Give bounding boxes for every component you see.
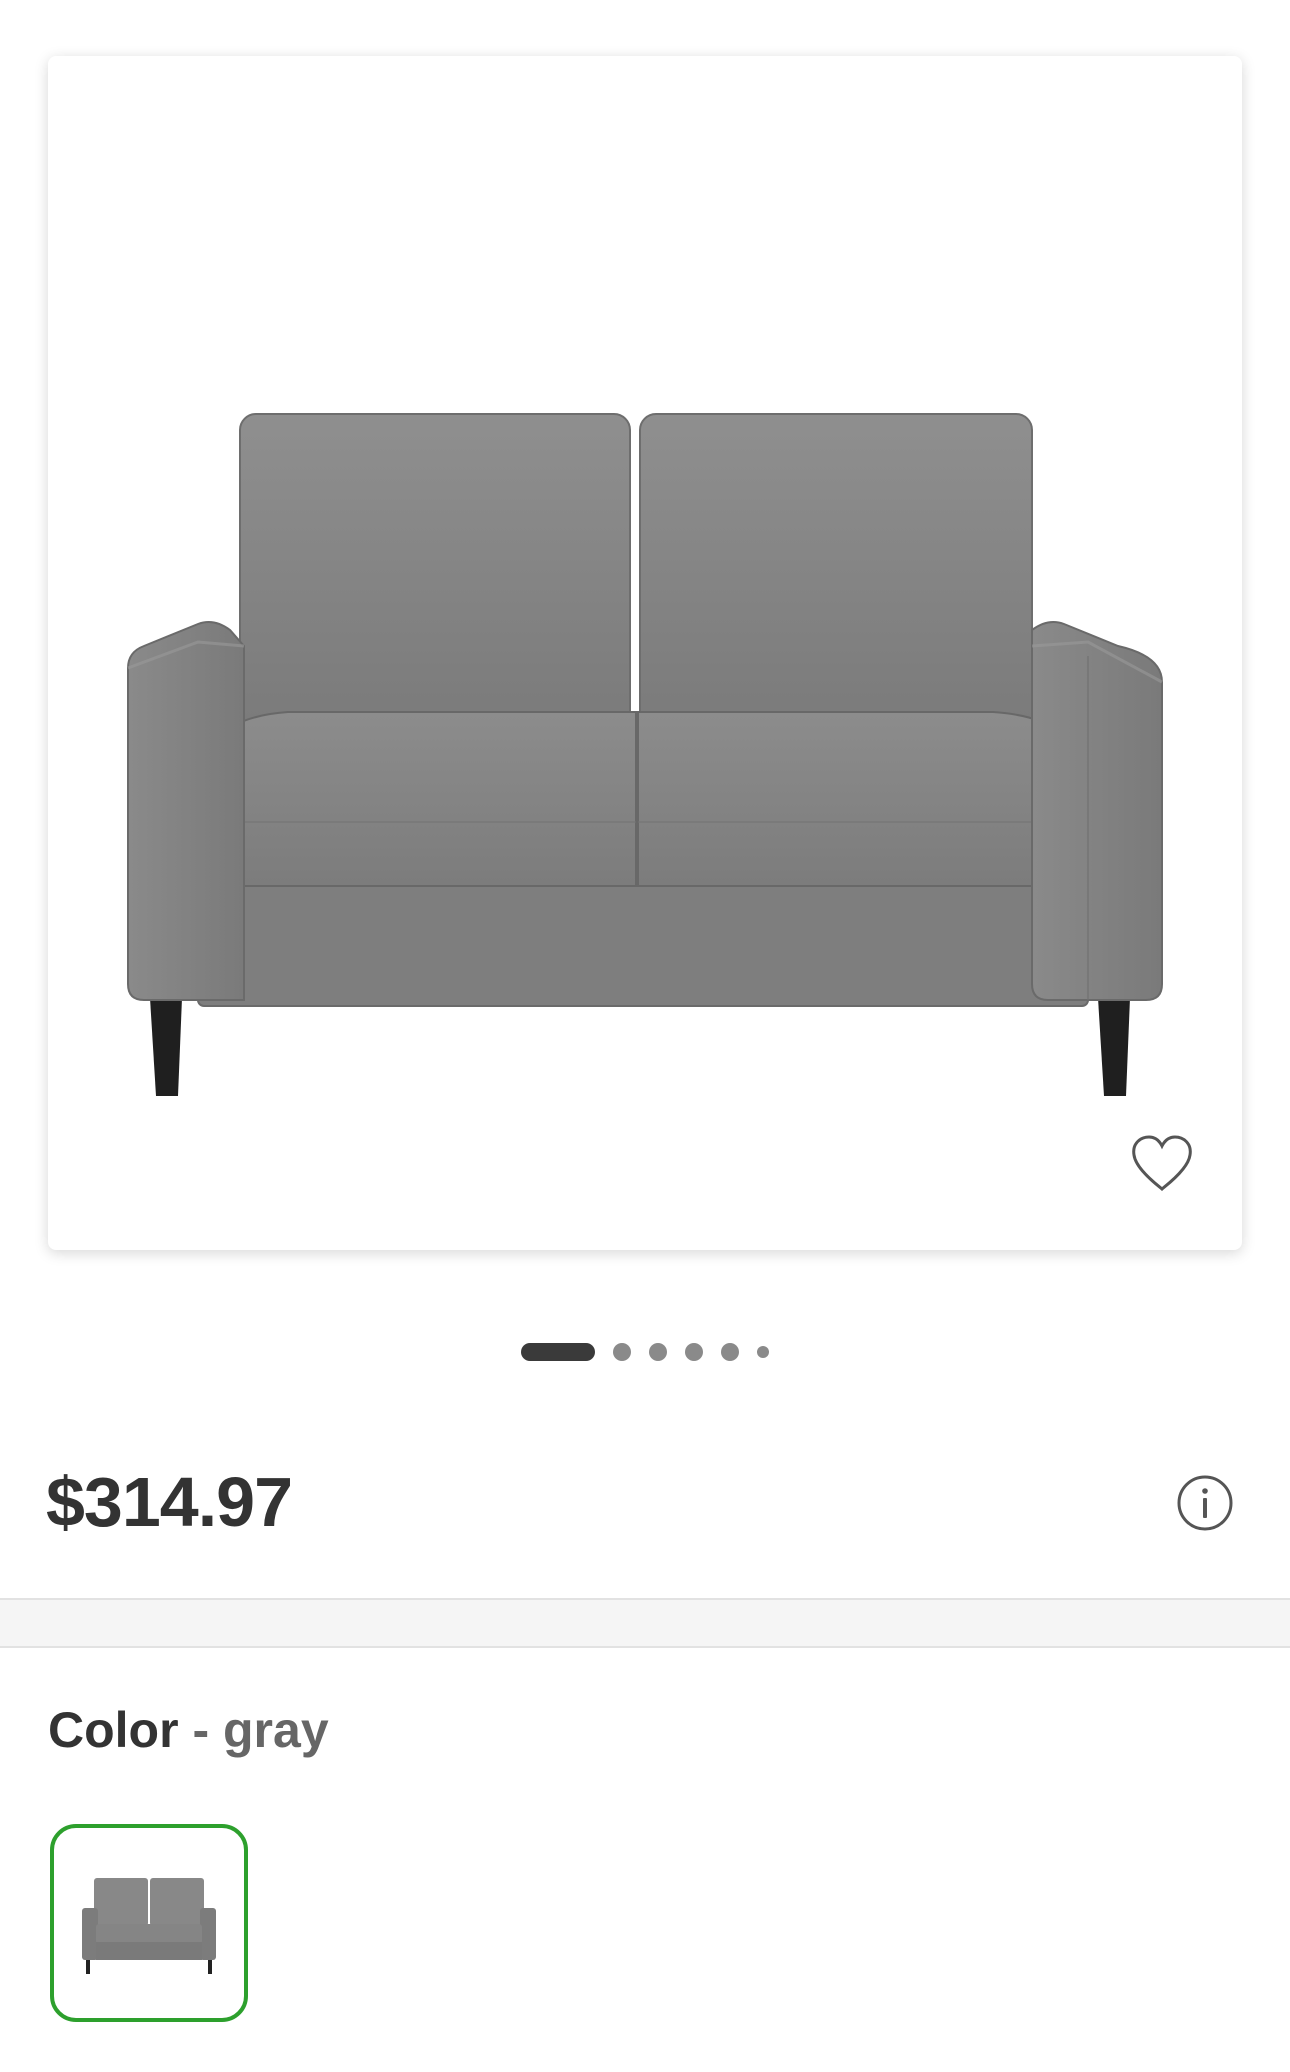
product-image-card[interactable]: [48, 56, 1242, 1250]
color-selected-value: gray: [223, 1702, 329, 1758]
carousel-dot-5[interactable]: [721, 1343, 739, 1361]
info-circle-icon: [1177, 1475, 1233, 1531]
carousel-dot-2[interactable]: [613, 1343, 631, 1361]
section-divider: [0, 1598, 1290, 1648]
color-swatch-gray[interactable]: [50, 1824, 248, 2022]
color-heading: Color - gray: [48, 1700, 329, 1760]
gray-loveseat-image[interactable]: [48, 56, 1242, 1250]
heart-outline-icon: [1132, 1135, 1192, 1192]
favorite-button[interactable]: [1124, 1126, 1200, 1202]
carousel-dot-1[interactable]: [521, 1343, 595, 1361]
color-label: Color: [48, 1702, 179, 1758]
gray-loveseat-thumbnail: [82, 1878, 216, 1974]
carousel-dot-4[interactable]: [685, 1343, 703, 1361]
price-info-button[interactable]: [1176, 1474, 1234, 1532]
carousel-dot-3[interactable]: [649, 1343, 667, 1361]
carousel-dot-6[interactable]: [757, 1346, 769, 1358]
product-price: $314.97: [46, 1463, 293, 1541]
color-separator: -: [192, 1702, 210, 1758]
carousel-indicator[interactable]: [0, 1340, 1290, 1364]
